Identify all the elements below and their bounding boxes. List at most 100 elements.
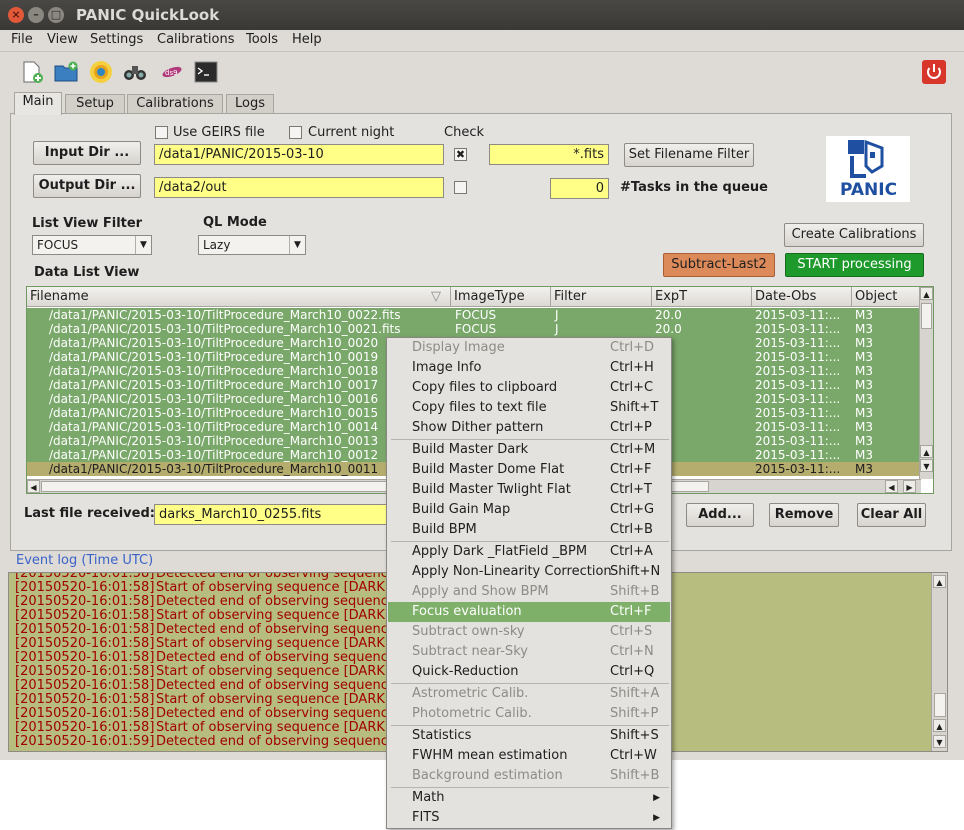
menu-item-apply-dark-flatfield-bpm[interactable]: Apply Dark _FlatField _BPM Ctrl+A <box>388 542 670 562</box>
new-file-icon[interactable] <box>20 60 44 84</box>
menu-item-shortcut: Ctrl+P <box>610 420 652 435</box>
list-view-filter-label: List View Filter <box>32 216 143 231</box>
menu-item-show-dither-pattern[interactable]: Show Dither pattern Ctrl+P <box>388 418 670 438</box>
use-geirs-checkbox[interactable] <box>155 126 168 139</box>
column-imagetype[interactable]: ImageType <box>451 287 551 307</box>
column-filename[interactable]: Filename ▽ <box>27 287 451 307</box>
minimize-window-button[interactable]: – <box>28 7 44 23</box>
menu-item-build-master-dome-flat[interactable]: Build Master Dome Flat Ctrl+F <box>388 460 670 480</box>
input-dir-button[interactable]: Input Dir ... <box>33 141 141 165</box>
log-message: Detected end of observing sequence <box>156 594 396 609</box>
input-dir-field[interactable]: /data1/PANIC/2015-03-10 <box>154 144 444 165</box>
table-cell: 2015-03-11:... <box>755 392 841 406</box>
tab-calibrations[interactable]: Calibrations <box>127 94 223 114</box>
tab-logs[interactable]: Logs <box>226 94 274 114</box>
current-night-label: Current night <box>308 125 395 140</box>
subtract-last2-button[interactable]: Subtract-Last2 <box>663 253 775 277</box>
column-expt[interactable]: ExpT <box>652 287 752 307</box>
menu-item-shortcut: Ctrl+F <box>610 604 652 619</box>
menu-calibrations[interactable]: Calibrations <box>157 32 235 47</box>
add-button[interactable]: Add... <box>686 503 754 527</box>
scroll-left-icon[interactable]: ◀ <box>885 480 898 493</box>
ql-mode-combo[interactable]: Lazy ▼ <box>198 235 306 255</box>
create-calibrations-button[interactable]: Create Calibrations <box>784 223 924 247</box>
panic-logo: PANIC <box>826 136 910 202</box>
menu-settings[interactable]: Settings <box>90 32 143 47</box>
clear-all-button[interactable]: Clear All <box>857 503 926 527</box>
scroll-right-icon[interactable]: ▶ <box>903 480 916 493</box>
scroll-up-icon[interactable]: ▲ <box>933 575 946 588</box>
output-check-checkbox[interactable] <box>454 181 467 194</box>
menu-item-copy-files-to-clipboard[interactable]: Copy files to clipboard Ctrl+C <box>388 378 670 398</box>
log-timestamp: [20150520-16:01:58] <box>15 580 155 595</box>
table-cell: 20.0 <box>655 308 682 322</box>
menu-item-fits[interactable]: FITS ▶ <box>388 808 670 828</box>
filename-filter-field[interactable]: *.fits <box>489 144 609 165</box>
menu-item-focus-evaluation[interactable]: Focus evaluation Ctrl+F <box>388 602 670 622</box>
scroll-up-icon[interactable]: ▲ <box>920 287 933 300</box>
output-dir-button[interactable]: Output Dir ... <box>33 174 141 198</box>
open-folder-icon[interactable] <box>54 60 78 84</box>
menu-item-build-master-twlight-flat[interactable]: Build Master Twlight Flat Ctrl+T <box>388 480 670 500</box>
start-processing-button[interactable]: START processing <box>785 253 924 277</box>
set-filename-filter-button[interactable]: Set Filename Filter <box>624 143 754 167</box>
scroll-up-icon[interactable]: ▲ <box>920 445 933 458</box>
remove-button[interactable]: Remove <box>769 503 839 527</box>
ql-mode-label: QL Mode <box>203 215 267 230</box>
menu-item-apply-non-linearity-correction[interactable]: Apply Non-Linearity Correction Shift+N <box>388 562 670 582</box>
log-message: Start of observing sequence [DARK] <box>156 608 390 623</box>
menu-item-statistics[interactable]: Statistics Shift+S <box>388 726 670 746</box>
menu-item-build-bpm[interactable]: Build BPM Ctrl+B <box>388 520 670 540</box>
table-cell: /data1/PANIC/2015-03-10/TiltProcedure_Ma… <box>49 448 379 462</box>
menu-item-copy-files-to-text-file[interactable]: Copy files to text file Shift+T <box>388 398 670 418</box>
current-night-checkbox[interactable] <box>289 126 302 139</box>
list-view-filter-combo[interactable]: FOCUS ▼ <box>32 235 152 255</box>
menu-item-label: Photometric Calib. <box>412 706 532 721</box>
log-timestamp: [20150520-16:01:58] <box>15 706 155 721</box>
column-object[interactable]: Object <box>852 287 921 307</box>
check-label: Check <box>444 125 484 140</box>
table-vertical-scrollbar[interactable]: ▲ ▲ ▼ <box>919 287 933 479</box>
column-date-obs[interactable]: Date-Obs <box>752 287 852 307</box>
sun-icon[interactable] <box>89 60 113 84</box>
tab-setup[interactable]: Setup <box>65 94 125 114</box>
table-row[interactable]: /data1/PANIC/2015-03-10/TiltProcedure_Ma… <box>27 308 921 322</box>
log-scroll-thumb[interactable] <box>934 693 946 717</box>
submenu-arrow-icon: ▶ <box>653 813 660 823</box>
table-cell: M3 <box>855 462 873 476</box>
tab-main[interactable]: Main <box>14 92 62 115</box>
log-vertical-scrollbar[interactable]: ▲ ▲ ▼ <box>931 573 947 751</box>
binoculars-icon[interactable] <box>123 60 147 84</box>
menu-view[interactable]: View <box>47 32 78 47</box>
output-dir-field[interactable]: /data2/out <box>154 177 444 198</box>
scroll-up-icon[interactable]: ▲ <box>933 719 946 732</box>
menu-item-math[interactable]: Math ▶ <box>388 788 670 808</box>
check-checkbox[interactable]: ✖ <box>454 148 467 161</box>
log-line: [20150520-16:01:58] Detected end of obser… <box>15 595 396 609</box>
menu-tools[interactable]: Tools <box>246 32 278 47</box>
table-cell: 2015-03-11:... <box>755 448 841 462</box>
menu-item-build-master-dark[interactable]: Build Master Dark Ctrl+M <box>388 440 670 460</box>
table-cell: /data1/PANIC/2015-03-10/TiltProcedure_Ma… <box>49 420 379 434</box>
menu-help[interactable]: Help <box>292 32 322 47</box>
column-filter[interactable]: Filter <box>551 287 652 307</box>
ds9-icon[interactable]: ds9 <box>160 60 184 84</box>
power-icon[interactable] <box>922 60 946 84</box>
menu-item-build-gain-map[interactable]: Build Gain Map Ctrl+G <box>388 500 670 520</box>
maximize-window-button[interactable]: □ <box>48 7 64 23</box>
menu-file[interactable]: File <box>11 32 33 47</box>
menu-item-image-info[interactable]: Image Info Ctrl+H <box>388 358 670 378</box>
tasks-queue-field: 0 <box>550 178 609 199</box>
menu-item-label: Astrometric Calib. <box>412 686 529 701</box>
table-cell: /data1/PANIC/2015-03-10/TiltProcedure_Ma… <box>49 364 379 378</box>
menu-item-fwhm-mean-estimation[interactable]: FWHM mean estimation Ctrl+W <box>388 746 670 766</box>
scroll-left-icon[interactable]: ◀ <box>27 480 40 493</box>
scroll-down-icon[interactable]: ▼ <box>933 735 946 748</box>
scroll-thumb[interactable] <box>921 303 932 329</box>
scroll-down-icon[interactable]: ▼ <box>920 459 933 472</box>
close-window-button[interactable]: × <box>8 7 24 23</box>
menu-item-quick-reduction[interactable]: Quick-Reduction Ctrl+Q <box>388 662 670 682</box>
menu-item-label: Apply Dark _FlatField _BPM <box>412 544 588 559</box>
terminal-icon[interactable] <box>194 60 218 84</box>
table-row[interactable]: /data1/PANIC/2015-03-10/TiltProcedure_Ma… <box>27 322 921 336</box>
